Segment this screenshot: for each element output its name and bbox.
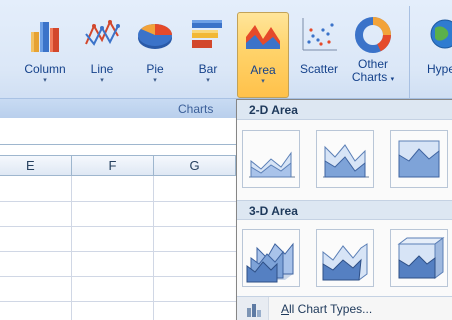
bar-chart-button[interactable]: Bar ▾ <box>186 14 230 96</box>
charts-group-label: Charts <box>178 102 214 116</box>
chevron-down-icon: ▾ <box>43 77 47 84</box>
hyperlink-icon <box>430 19 452 49</box>
hyperlink-button[interactable]: Hype <box>418 14 452 96</box>
3d-100-percent-stacked-area-icon <box>397 237 445 279</box>
area-thumbnail[interactable] <box>242 130 300 188</box>
3d-stacked-area-icon <box>322 243 368 281</box>
line-chart-icon <box>85 19 120 46</box>
pie-label: Pie <box>146 62 164 76</box>
bar-chart-icon <box>192 20 222 48</box>
all-chart-types-label: All Chart Types... <box>281 302 373 316</box>
section-header-3d-area: 3-D Area <box>237 200 452 220</box>
3d-100-percent-stacked-area-thumbnail[interactable] <box>390 229 448 287</box>
section-header-2d-area: 2-D Area <box>237 100 452 120</box>
stacked-area-icon <box>323 144 369 178</box>
100-percent-stacked-area-icon <box>398 140 440 178</box>
column-chart-icon <box>31 22 59 52</box>
3d-area-icon <box>246 242 294 283</box>
column-label: Column <box>24 62 66 76</box>
grid-line <box>153 176 154 320</box>
area-label: Area <box>250 63 276 77</box>
all-chart-types-icon <box>247 304 261 317</box>
bar-label: Bar <box>198 62 218 76</box>
chevron-down-icon: ▾ <box>261 78 265 85</box>
line-chart-button[interactable]: Line ▾ <box>80 14 124 96</box>
chevron-down-icon: ▾ <box>153 77 157 84</box>
other-charts-button[interactable]: Other Charts ▾ <box>347 14 399 96</box>
chevron-down-icon: ▾ <box>100 77 104 84</box>
column-chart-button[interactable]: Column ▾ <box>18 14 72 96</box>
area-chart-gallery: 2-D Area 3-D Area All Chart Types... <box>236 99 452 320</box>
3d-area-thumbnail[interactable] <box>242 229 300 287</box>
pie-chart-button[interactable]: Pie ▾ <box>132 14 178 96</box>
scatter-label: Scatter <box>299 62 338 76</box>
stacked-area-thumbnail[interactable] <box>316 130 374 188</box>
charts-label: Charts ▾ <box>351 70 395 84</box>
100-percent-stacked-area-thumbnail[interactable] <box>390 130 448 188</box>
column-header-g[interactable]: G <box>154 156 236 176</box>
area-chart-icon <box>246 25 280 49</box>
grid-line <box>71 176 72 320</box>
other-charts-icon <box>355 17 391 53</box>
hyperlink-label: Hype <box>426 62 452 76</box>
line-label: Line <box>90 62 114 76</box>
column-header-f[interactable]: F <box>72 156 154 176</box>
pie-chart-icon <box>138 24 172 49</box>
3d-stacked-area-thumbnail[interactable] <box>316 229 374 287</box>
scatter-chart-icon <box>302 18 337 51</box>
area-icon <box>249 151 295 178</box>
column-header-e[interactable]: E <box>0 156 72 176</box>
chevron-down-icon: ▾ <box>206 77 210 84</box>
scatter-chart-button[interactable]: Scatter <box>293 14 345 96</box>
area-chart-button[interactable]: Area ▾ <box>237 12 289 98</box>
all-chart-types-menu-item[interactable]: All Chart Types... <box>237 296 452 320</box>
